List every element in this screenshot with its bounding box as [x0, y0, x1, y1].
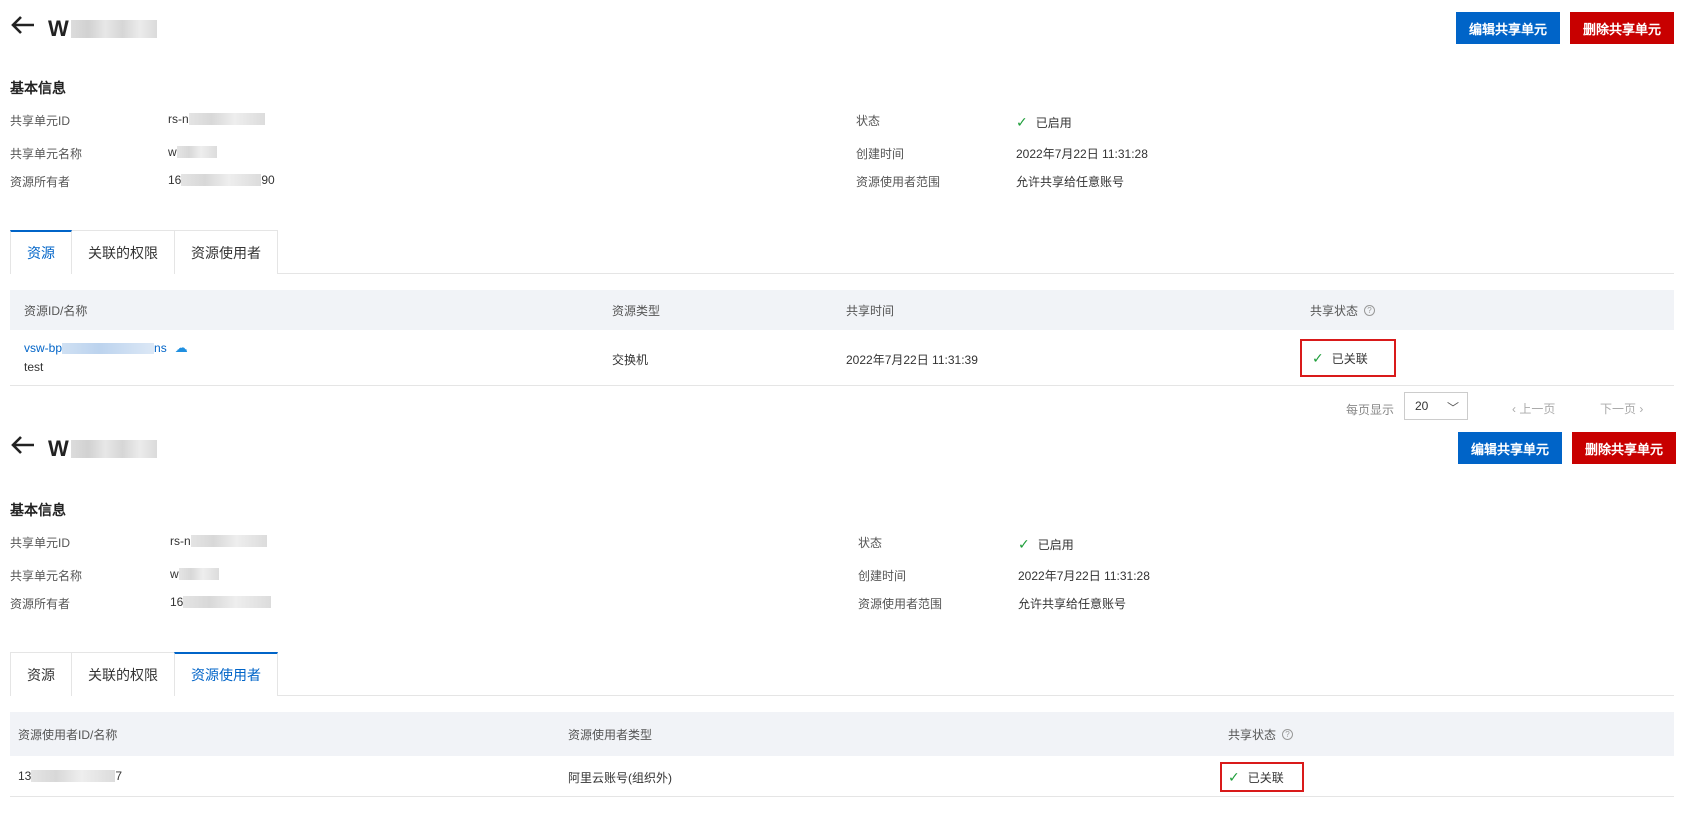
check-icon: ✓ [1018, 536, 1030, 552]
column-header: 共享时间 [846, 303, 895, 318]
arrow-left-icon[interactable] [8, 430, 38, 460]
highlight-box: ✓ 已关联 [1220, 762, 1304, 792]
tab-bar: 资源 关联的权限 资源使用者 [10, 230, 1674, 275]
next-page-button[interactable]: 下一页 › [1600, 400, 1643, 417]
redacted-text [62, 342, 155, 354]
info-label-status: 状态 [856, 114, 881, 128]
page-title: W [48, 436, 157, 462]
info-label-name: 共享单元名称 [10, 147, 83, 161]
column-header: 资源ID/名称 [24, 303, 88, 318]
edit-share-unit-button[interactable]: 编辑共享单元 [1458, 432, 1562, 464]
info-label-status: 状态 [858, 536, 883, 550]
prev-page-button[interactable]: ‹ 上一页 [1512, 400, 1555, 417]
info-label-owner: 资源所有者 [10, 175, 71, 189]
section-title: 基本信息 [10, 80, 66, 96]
info-label-id: 共享单元ID [10, 536, 71, 550]
principal-id: 13 7 [18, 769, 123, 783]
table-row: 13 7 阿里云账号(组织外) ✓ 已关联 [10, 756, 1674, 797]
tab-resources[interactable]: 资源 [10, 230, 72, 275]
redacted-text [176, 146, 217, 158]
info-value-created: 2022年7月22日 11:31:28 [1018, 569, 1150, 583]
info-value-owner: 16 90 [168, 173, 275, 187]
redacted-text [188, 113, 265, 125]
info-value-name: w [170, 567, 219, 581]
info-value-owner: 16 [170, 595, 272, 609]
column-header-status: 共享状态? [1228, 712, 1294, 756]
info-label-name: 共享单元名称 [10, 569, 83, 583]
info-value-created: 2022年7月22日 11:31:28 [1016, 147, 1148, 161]
page-header: W 编辑共享单元 删除共享单元 [0, 420, 1684, 476]
page-title: W [48, 16, 157, 42]
check-icon: ✓ [1312, 349, 1324, 366]
pagination: 每页显示 20 ﹀ ‹ 上一页 下一页 › [0, 392, 1684, 420]
page-header: W 编辑共享单元 删除共享单元 [0, 0, 1684, 56]
tab-permissions[interactable]: 关联的权限 [71, 230, 175, 274]
share-time: 2022年7月22日 11:31:39 [846, 353, 978, 367]
arrow-left-icon[interactable] [8, 10, 38, 40]
redacted-text [70, 20, 157, 38]
tab-permissions[interactable]: 关联的权限 [71, 652, 175, 696]
column-header: 资源使用者类型 [568, 727, 653, 742]
question-circle-icon[interactable]: ? [1282, 728, 1294, 740]
principal-type: 阿里云账号(组织外) [568, 771, 672, 785]
resource-name: test [24, 360, 44, 374]
table-header: 资源ID/名称 资源类型 共享时间 共享状态? [10, 290, 1674, 330]
info-value-status: ✓ 已启用 [1016, 114, 1072, 130]
redacted-text [190, 535, 267, 547]
resource-type: 交换机 [612, 353, 649, 367]
info-value-name: w [168, 145, 217, 159]
info-label-scope: 资源使用者范围 [858, 597, 943, 611]
info-label-scope: 资源使用者范围 [856, 175, 941, 189]
cloud-icon: ☁ [174, 340, 188, 355]
tab-resources[interactable]: 资源 [10, 652, 72, 696]
info-label-created: 创建时间 [856, 147, 905, 161]
share-status: ✓ 已关联 [1220, 762, 1304, 792]
check-icon: ✓ [1016, 114, 1028, 130]
check-icon: ✓ [1228, 768, 1240, 785]
tab-principals[interactable]: 资源使用者 [174, 652, 278, 697]
section-title: 基本信息 [10, 502, 66, 518]
highlight-box: ✓ 已关联 [1300, 339, 1396, 377]
delete-share-unit-button[interactable]: 删除共享单元 [1570, 12, 1674, 44]
tab-principals[interactable]: 资源使用者 [174, 230, 278, 274]
info-label-id: 共享单元ID [10, 114, 71, 128]
info-label-owner: 资源所有者 [10, 597, 71, 611]
principals-table: 资源使用者ID/名称 资源使用者类型 共享状态? 13 7 阿里云账号(组织外) … [10, 712, 1674, 797]
share-status: ✓ 已关联 [1300, 339, 1396, 377]
page-size-label: 每页显示 [1346, 403, 1395, 417]
info-value-id: rs-n [170, 534, 267, 548]
edit-share-unit-button[interactable]: 编辑共享单元 [1456, 12, 1560, 44]
column-header-status: 共享状态? [1310, 290, 1376, 330]
info-value-id: rs-n [168, 112, 265, 126]
column-header: 资源类型 [612, 303, 661, 318]
delete-share-unit-button[interactable]: 删除共享单元 [1572, 432, 1676, 464]
column-header: 资源使用者ID/名称 [18, 727, 118, 742]
resource-id[interactable]: vsw-bp ns ☁ [24, 340, 188, 356]
info-label-created: 创建时间 [858, 569, 907, 583]
redacted-text [70, 440, 157, 458]
page-size-select[interactable]: 20 ﹀ [1404, 392, 1468, 420]
chevron-down-icon: ﹀ [1446, 401, 1459, 415]
redacted-text [183, 596, 272, 608]
info-value-scope: 允许共享给任意账号 [1018, 597, 1127, 611]
tab-bar: 资源 关联的权限 资源使用者 [10, 652, 1674, 697]
share-unit-detail-resources: W 编辑共享单元 删除共享单元 基本信息 共享单元ID rs-n 共享单元名称 … [0, 0, 1684, 420]
share-unit-detail-principals: W 编辑共享单元 删除共享单元 基本信息 共享单元ID rs-n 共享单元名称 … [0, 420, 1684, 813]
table-row: vsw-bp ns ☁ test 交换机 2022年7月22日 11:31:39 … [10, 330, 1674, 386]
resources-table: 资源ID/名称 资源类型 共享时间 共享状态? vsw-bp ns ☁ test … [10, 290, 1674, 386]
info-value-scope: 允许共享给任意账号 [1016, 175, 1125, 189]
table-header: 资源使用者ID/名称 资源使用者类型 共享状态? [10, 712, 1674, 756]
question-circle-icon[interactable]: ? [1364, 304, 1376, 316]
redacted-text [31, 770, 116, 782]
redacted-text [178, 568, 219, 580]
redacted-text [181, 174, 262, 186]
info-value-status: ✓ 已启用 [1018, 536, 1074, 552]
